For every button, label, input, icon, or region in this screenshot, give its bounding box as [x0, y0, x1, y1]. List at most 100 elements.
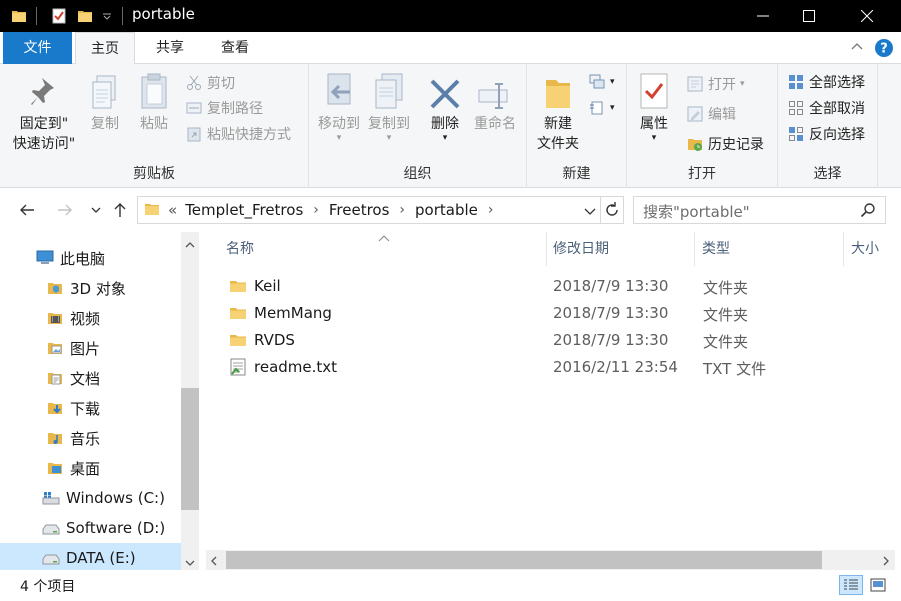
invert-selection-button[interactable]: 反向选择 — [786, 122, 865, 146]
table-row[interactable]: MemMang 2018/7/9 13:30 文件夹 — [206, 300, 866, 327]
new-folder-quick-access-icon[interactable] — [74, 6, 96, 26]
downloads-folder-icon — [46, 399, 64, 417]
copy-button[interactable]: 复制 — [84, 70, 126, 134]
scroll-up-icon[interactable] — [185, 238, 195, 253]
up-button[interactable] — [110, 200, 130, 220]
select-all-button[interactable]: 全部选择 — [786, 70, 865, 94]
large-icons-view-button[interactable] — [866, 575, 890, 595]
file-list-scroll-thumb[interactable] — [226, 551, 822, 569]
svg-text:?: ? — [880, 42, 888, 57]
edit-button[interactable]: 编辑 — [685, 102, 736, 126]
new-folder-button[interactable]: 新建 文件夹 — [533, 70, 583, 154]
nav-item-this-pc[interactable]: 此电脑 — [0, 243, 181, 273]
organize-group-label: 组织 — [403, 166, 432, 182]
column-header-size[interactable]: 大小 — [831, 232, 901, 266]
close-icon — [861, 10, 873, 22]
open-icon — [685, 74, 705, 94]
breadcrumb-chevron-icon[interactable]: › — [488, 202, 494, 218]
scroll-right-icon[interactable] — [882, 555, 890, 570]
customize-quick-access-icon[interactable] — [100, 6, 114, 26]
minimize-icon — [757, 15, 769, 17]
3d-objects-icon — [46, 279, 64, 297]
new-item-button[interactable]: ▾ — [587, 70, 615, 94]
breadcrumb: « Templet_Fretros › Freetros › portable … — [168, 197, 504, 223]
new-group-label: 新建 — [562, 166, 591, 182]
close-button[interactable] — [844, 0, 890, 32]
search-input[interactable]: 搜索"portable" — [633, 196, 886, 224]
nav-item-documents[interactable]: 文档 — [0, 363, 181, 393]
copy-path-button[interactable]: 复制路径 — [184, 96, 263, 120]
drive-icon — [42, 519, 60, 537]
help-icon[interactable]: ? — [875, 39, 893, 61]
breadcrumb-chevron-icon[interactable]: › — [399, 202, 405, 218]
desktop-folder-icon — [46, 459, 64, 477]
column-header-type[interactable]: 类型 — [682, 232, 842, 266]
nav-item-software-d[interactable]: Software (D:) — [0, 513, 181, 543]
minimize-button[interactable] — [740, 0, 786, 32]
delete-button[interactable]: 删除 ▾ — [425, 70, 465, 143]
table-row[interactable]: readme.txt 2016/2/11 23:54 TXT 文件 — [206, 354, 866, 381]
new-group: 新建 文件夹 ▾ ▾ 新建 — [527, 64, 627, 188]
clipboard-group-label: 剪贴板 — [133, 166, 175, 182]
large-icons-view-icon — [870, 578, 886, 592]
move-to-button[interactable]: 移动到 ▾ — [315, 70, 363, 143]
new-item-icon — [587, 72, 607, 92]
file-list: 名称 修改日期 类型 大小 Keil 2018/7/9 13:30 文件夹 Me… — [206, 232, 901, 570]
tab-home[interactable]: 主页 — [75, 32, 135, 65]
column-header-name[interactable]: 名称 — [206, 232, 546, 266]
forward-button[interactable] — [55, 200, 75, 220]
navigation-pane-scroll-thumb[interactable] — [181, 388, 199, 510]
copy-path-icon — [184, 98, 204, 118]
maximize-icon — [803, 10, 815, 22]
scroll-down-icon[interactable] — [185, 556, 195, 571]
organize-group: 移动到 ▾ 复制到 ▾ 删除 ▾ 重命名 组织 — [309, 64, 527, 188]
breadcrumb-overflow[interactable]: « — [168, 201, 177, 219]
properties-quick-access-icon[interactable] — [48, 6, 70, 26]
delete-x-icon — [425, 70, 465, 110]
nav-item-music[interactable]: 音乐 — [0, 423, 181, 453]
tab-share[interactable]: 共享 — [140, 32, 200, 64]
new-folder-icon — [533, 70, 583, 110]
back-button[interactable] — [17, 200, 37, 220]
maximize-button[interactable] — [786, 0, 832, 32]
breadcrumb-item[interactable]: Templet_Fretros — [185, 201, 303, 219]
scroll-left-icon[interactable] — [210, 555, 218, 570]
rename-button[interactable]: 重命名 — [471, 70, 519, 134]
paste-shortcut-button[interactable]: 粘贴快捷方式 — [184, 122, 291, 146]
open-button[interactable]: 打开 ▾ — [685, 72, 745, 96]
nav-item-downloads[interactable]: 下载 — [0, 393, 181, 423]
video-folder-icon — [46, 309, 64, 327]
breadcrumb-item[interactable]: portable — [415, 201, 478, 219]
folder-icon — [144, 201, 160, 221]
breadcrumb-chevron-icon[interactable]: › — [313, 202, 319, 218]
search-icon[interactable] — [860, 202, 876, 222]
tab-view[interactable]: 查看 — [205, 32, 265, 64]
history-button[interactable]: 历史记录 — [685, 132, 764, 156]
breadcrumb-item[interactable]: Freetros — [329, 201, 390, 219]
address-bar[interactable]: « Templet_Fretros › Freetros › portable … — [137, 196, 624, 224]
cut-button[interactable]: 剪切 — [184, 71, 235, 95]
address-dropdown-icon[interactable] — [584, 205, 596, 220]
refresh-icon[interactable] — [603, 201, 621, 223]
nav-item-pictures[interactable]: 图片 — [0, 333, 181, 363]
nav-item-3d-objects[interactable]: 3D 对象 — [0, 273, 181, 303]
column-header-date[interactable]: 修改日期 — [533, 232, 693, 266]
easy-access-icon — [587, 98, 607, 118]
nav-item-data-e[interactable]: DATA (E:) — [0, 543, 181, 573]
table-row[interactable]: RVDS 2018/7/9 13:30 文件夹 — [206, 327, 866, 354]
easy-access-button[interactable]: ▾ — [587, 96, 615, 120]
table-row[interactable]: Keil 2018/7/9 13:30 文件夹 — [206, 273, 866, 300]
tab-file[interactable]: 文件 — [3, 32, 72, 64]
collapse-ribbon-icon[interactable] — [850, 40, 864, 58]
details-view-button[interactable] — [839, 575, 863, 595]
text-file-icon — [230, 358, 246, 376]
properties-button[interactable]: 属性 ▾ — [633, 70, 675, 143]
nav-item-desktop[interactable]: 桌面 — [0, 453, 181, 483]
nav-item-videos[interactable]: 视频 — [0, 303, 181, 333]
recent-locations-button[interactable] — [86, 200, 106, 220]
copy-to-button[interactable]: 复制到 ▾ — [365, 70, 413, 143]
pin-quick-access-button[interactable]: 固定到" 快速访问" — [8, 70, 80, 154]
paste-button[interactable]: 粘贴 — [132, 70, 176, 134]
nav-item-windows-c[interactable]: Windows (C:) — [0, 483, 181, 513]
select-none-button[interactable]: 全部取消 — [786, 96, 865, 120]
